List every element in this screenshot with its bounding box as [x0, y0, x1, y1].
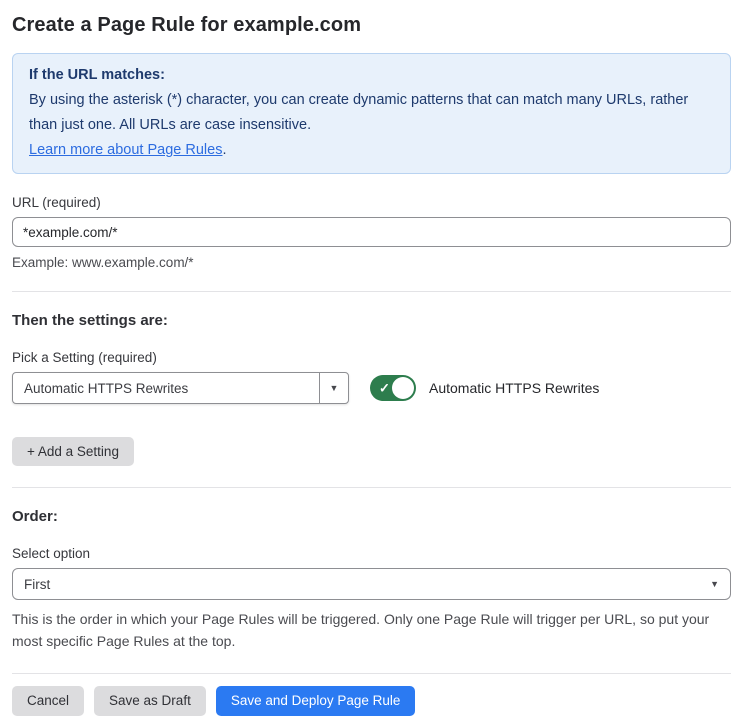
save-and-deploy-button[interactable]: Save and Deploy Page Rule [215, 686, 416, 716]
setting-row: Automatic HTTPS Rewrites ▼ ✓ Automatic H… [12, 372, 731, 404]
setting-select-value: Automatic HTTPS Rewrites [24, 380, 189, 396]
automatic-https-rewrites-toggle[interactable]: ✓ [370, 375, 416, 401]
setting-select[interactable]: Automatic HTTPS Rewrites ▼ [12, 372, 349, 404]
add-setting-button[interactable]: + Add a Setting [12, 437, 134, 466]
url-input[interactable] [12, 217, 731, 247]
create-page-rule-panel: Create a Page Rule for example.com If th… [0, 0, 743, 716]
order-section-heading: Order: [12, 508, 58, 525]
order-select-label: Select option [12, 546, 91, 561]
order-helper-text: This is the order in which your Page Rul… [12, 611, 710, 649]
learn-more-link[interactable]: Learn more about Page Rules [29, 142, 222, 158]
url-match-info-box: If the URL matches: By using the asteris… [12, 53, 731, 174]
chevron-down-icon: ▼ [329, 382, 339, 393]
link-period: . [222, 142, 227, 158]
pick-setting-label: Pick a Setting (required) [12, 350, 157, 365]
check-icon: ✓ [379, 380, 390, 396]
url-field-label: URL (required) [12, 195, 101, 210]
divider [12, 291, 731, 292]
page-title: Create a Page Rule for example.com [12, 14, 362, 36]
info-box-body: By using the asterisk (*) character, you… [29, 92, 689, 133]
info-box-link-line: Learn more about Page Rules. [29, 138, 714, 163]
url-example-helper: Example: www.example.com/* [12, 255, 194, 270]
footer-actions: Cancel Save as Draft Save and Deploy Pag… [12, 686, 731, 716]
info-box-heading: If the URL matches: [29, 67, 165, 83]
save-as-draft-button[interactable]: Save as Draft [94, 686, 206, 716]
divider [12, 487, 731, 488]
cancel-button[interactable]: Cancel [12, 686, 85, 716]
order-select[interactable]: First ▼ [12, 568, 731, 600]
divider [12, 673, 731, 674]
setting-select-arrow-button[interactable]: ▼ [319, 373, 348, 403]
settings-section-heading: Then the settings are: [12, 312, 168, 329]
toggle-label: Automatic HTTPS Rewrites [429, 380, 600, 396]
order-select-value: First [24, 576, 51, 592]
chevron-down-icon: ▼ [710, 578, 719, 589]
toggle-knob [392, 377, 414, 399]
